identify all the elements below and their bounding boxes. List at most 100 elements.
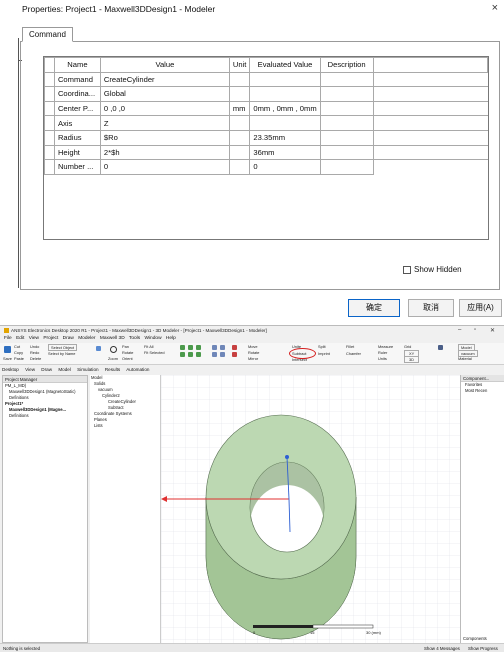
select-object-dropdown[interactable]: Select Object <box>48 344 78 351</box>
table-row[interactable]: Height 2*$h 36mm <box>44 144 488 161</box>
measure-button[interactable]: Measure <box>378 344 393 349</box>
property-description[interactable] <box>319 86 374 102</box>
property-description[interactable] <box>319 100 374 117</box>
maximize-icon[interactable]: ▫ <box>474 327 476 333</box>
draw-cylinder-icon[interactable] <box>188 345 193 350</box>
menu-tools[interactable]: Tools <box>129 336 140 341</box>
property-description[interactable] <box>319 129 374 146</box>
menu-view[interactable]: View <box>29 336 39 341</box>
row-selector[interactable] <box>44 115 55 131</box>
show-messages-button[interactable]: Show 4 Messages <box>424 646 460 651</box>
orient-button[interactable]: Orient <box>122 356 133 361</box>
grid-button[interactable]: Grid <box>404 344 411 349</box>
close-icon[interactable]: × <box>492 2 498 14</box>
property-unit[interactable] <box>228 129 251 146</box>
redo-button[interactable]: Redo <box>30 350 39 355</box>
cylinder-object[interactable] <box>205 414 357 640</box>
select-by-name-button[interactable]: Select by Name <box>48 351 75 356</box>
property-value[interactable]: Z <box>99 115 230 131</box>
draw-spline-icon[interactable] <box>212 352 217 357</box>
apply-button[interactable]: 应用(A) <box>459 299 502 317</box>
draw-line-icon[interactable] <box>212 345 217 350</box>
tab-view[interactable]: View <box>25 367 35 372</box>
zoom-icon[interactable] <box>110 346 117 353</box>
ok-button[interactable]: 确定 <box>348 299 400 317</box>
column-header-name[interactable]: Name <box>53 57 101 73</box>
column-header-evaluated[interactable]: Evaluated Value <box>249 57 321 73</box>
draw-sphere-icon[interactable] <box>196 345 201 350</box>
material-button[interactable]: Material <box>458 356 472 361</box>
mirror-button[interactable]: Mirror <box>248 356 258 361</box>
menu-maxwell3d[interactable]: Maxwell 3D <box>100 336 125 341</box>
chamfer-button[interactable]: Chamfer <box>346 351 361 356</box>
3d-viewport[interactable]: 0 15 30 (mm) <box>160 375 461 643</box>
column-header-unit[interactable]: Unit <box>228 57 251 73</box>
column-header-description[interactable]: Description <box>319 57 374 73</box>
tab-results[interactable]: Results <box>105 367 120 372</box>
tree-item-definitions[interactable]: Definitions <box>3 413 87 419</box>
table-row[interactable]: Center P... 0 ,0 ,0 mm 0mm , 0mm , 0mm <box>44 100 488 117</box>
tab-simulation[interactable]: Simulation <box>77 367 98 372</box>
model-icon[interactable] <box>438 345 443 350</box>
table-row[interactable]: Command CreateCylinder <box>44 71 488 88</box>
draw-arc-icon[interactable] <box>220 345 225 350</box>
imprint-button[interactable]: Imprint <box>318 351 330 356</box>
menu-file[interactable]: File <box>4 336 12 341</box>
column-header-value[interactable]: Value <box>99 57 230 73</box>
property-description[interactable] <box>319 144 374 161</box>
property-unit[interactable] <box>228 159 251 175</box>
cancel-button[interactable]: 取消 <box>408 299 454 317</box>
tab-draw[interactable]: Draw <box>41 367 52 372</box>
property-value[interactable]: CreateCylinder <box>99 71 230 88</box>
property-value[interactable]: Global <box>99 86 230 102</box>
rotate-button[interactable]: Rotate <box>248 350 259 355</box>
property-unit[interactable] <box>228 115 251 131</box>
undo-button[interactable]: Undo <box>30 344 39 349</box>
fit-all-button[interactable]: Fit All <box>144 344 154 349</box>
menu-draw[interactable]: Draw <box>63 336 74 341</box>
delete-button[interactable]: Delete <box>30 356 41 361</box>
split-button[interactable]: Split <box>318 344 326 349</box>
pan-button[interactable]: Pan <box>122 344 129 349</box>
table-row[interactable]: Radius $Ro 23.35mm <box>44 129 488 146</box>
minimize-icon[interactable]: – <box>458 327 461 333</box>
draw-box-icon[interactable] <box>180 345 185 350</box>
property-unit[interactable]: mm <box>228 100 251 117</box>
ruler-button[interactable]: Ruler <box>378 350 387 355</box>
tab-model[interactable]: Model <box>58 367 71 372</box>
select-mode-icon[interactable] <box>96 346 101 351</box>
fillet-button[interactable]: Fillet <box>346 344 354 349</box>
tree-item-lists[interactable]: Lists <box>90 423 160 429</box>
show-progress-button[interactable]: Show Progress <box>468 646 498 651</box>
paste-button[interactable]: Paste <box>14 356 24 361</box>
draw-region-icon[interactable] <box>232 345 237 350</box>
property-value[interactable]: 0 ,0 ,0 <box>99 100 230 117</box>
save-button[interactable]: Save <box>3 356 12 361</box>
property-unit[interactable] <box>228 71 251 88</box>
row-selector[interactable] <box>44 144 55 161</box>
table-row[interactable]: Number ... 0 0 <box>44 159 488 175</box>
property-description[interactable] <box>319 159 374 175</box>
property-unit[interactable] <box>228 144 251 161</box>
table-row[interactable]: Axis Z <box>44 115 488 131</box>
menu-window[interactable]: Window <box>144 336 161 341</box>
row-selector[interactable] <box>44 129 55 146</box>
row-selector[interactable] <box>44 100 55 117</box>
window-close-icon[interactable]: ✕ <box>490 327 495 334</box>
zoom-button[interactable]: Zoom <box>108 356 118 361</box>
property-value[interactable]: 0 <box>99 159 230 175</box>
draw-torus-icon[interactable] <box>180 352 185 357</box>
row-selector[interactable] <box>44 159 55 175</box>
draw-equation-icon[interactable] <box>220 352 225 357</box>
draw-helix-icon[interactable] <box>196 352 201 357</box>
menu-edit[interactable]: Edit <box>16 336 24 341</box>
units-button[interactable]: Units <box>378 356 387 361</box>
row-selector[interactable] <box>44 86 55 102</box>
menu-modeler[interactable]: Modeler <box>78 336 95 341</box>
viewport-canvas[interactable] <box>161 375 461 643</box>
property-value[interactable]: $Ro <box>99 129 230 146</box>
tab-command[interactable]: Command <box>22 27 73 42</box>
table-row[interactable]: Coordina... Global <box>44 86 488 102</box>
menu-project[interactable]: Project <box>43 336 58 341</box>
fit-selected-button[interactable]: Fit Selected <box>144 350 165 355</box>
